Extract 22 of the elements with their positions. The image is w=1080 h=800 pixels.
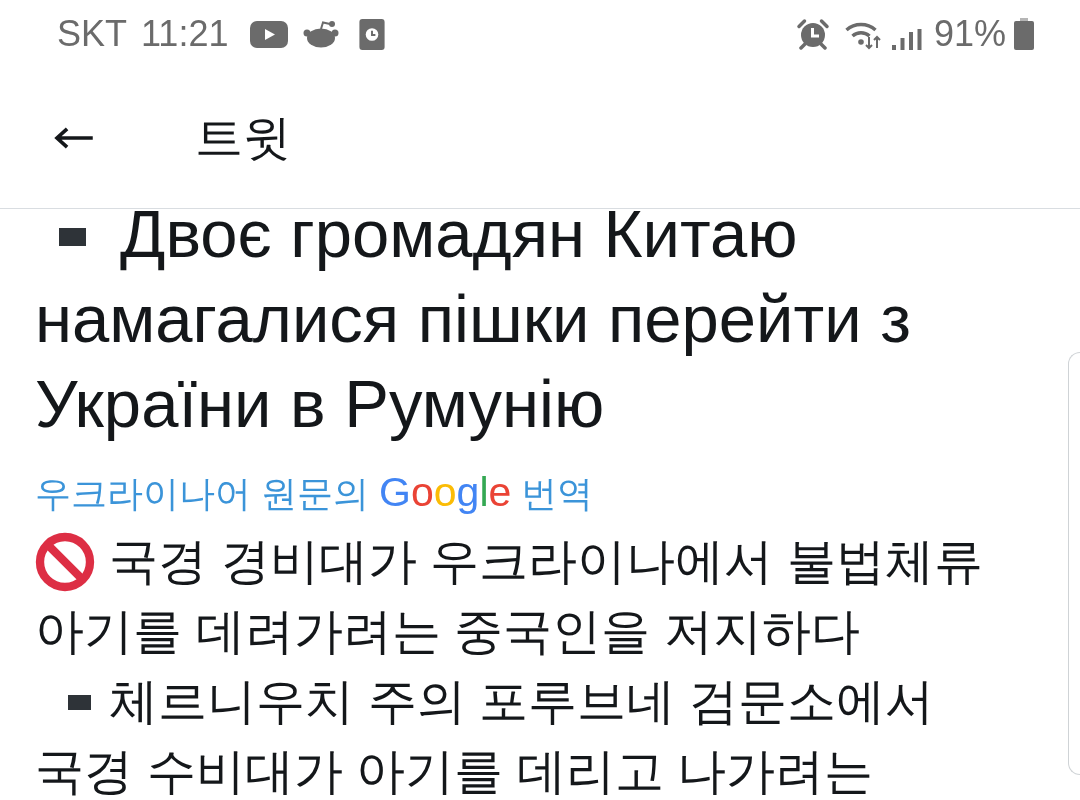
clock-time: 11:21 <box>141 14 229 54</box>
arrow-left-icon <box>52 127 95 149</box>
prohibited-icon <box>35 532 95 592</box>
page-title: 트윗 <box>195 110 291 166</box>
play-icon <box>250 20 289 48</box>
alarm-clock-icon <box>795 18 830 50</box>
carrier-name: SKT <box>57 14 127 54</box>
clock-icon <box>359 18 386 50</box>
translated-text: 아기를 데려가려는 중국인을 저지하다 <box>35 603 860 660</box>
translation-link[interactable]: 우크라이나어 원문의 Google 번역 <box>35 467 594 519</box>
translated-text: 체르니우치 주의 포루브네 검문소에서 <box>109 674 934 728</box>
square-icon <box>68 695 91 710</box>
back-button[interactable] <box>52 127 95 149</box>
translated-text: 국경 수비대가 아기를 데리고 나가려는 <box>35 743 874 800</box>
signal-icon <box>891 28 922 50</box>
battery-percent: 91% <box>933 14 1006 54</box>
battery-icon <box>1014 18 1034 50</box>
translated-text: 국경 경비대가 우크라이나에서 불법체류 <box>109 534 983 588</box>
tweet-text: намагалися пішки перейти з України в Румунію <box>35 280 911 443</box>
tweet-text: Двоє громадян Китаю <box>120 196 798 271</box>
alien-head-icon <box>303 20 340 48</box>
square-icon <box>59 228 86 246</box>
